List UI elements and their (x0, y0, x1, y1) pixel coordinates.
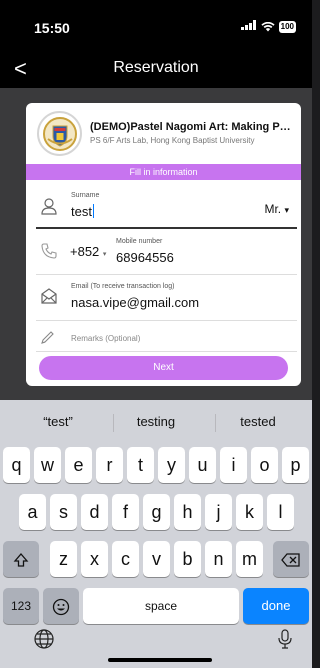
event-summary: (DEMO)Pastel Nagomi Art: Making Pastel A… (26, 103, 301, 164)
crest-icon (42, 116, 77, 151)
suggestion-item[interactable]: testing (106, 400, 206, 444)
pencil-icon (41, 331, 54, 344)
shift-icon (13, 553, 29, 567)
status-icons: 100 (240, 20, 296, 33)
university-logo (37, 111, 82, 156)
key-s[interactable]: s (50, 494, 77, 530)
key-o[interactable]: o (251, 447, 278, 483)
key-y[interactable]: y (158, 447, 185, 483)
surname-input[interactable]: test (71, 204, 95, 219)
surname-underline (36, 227, 297, 229)
title-value: Mr. (264, 202, 282, 216)
battery-icon: 100 (278, 20, 296, 33)
email-label: Email (To receive transaction log) (71, 283, 175, 290)
nav-bar: < Reservation (0, 52, 312, 88)
remarks-input[interactable]: Remarks (Optional) (71, 334, 140, 343)
surname-field[interactable]: Surname test Mr. ▾ (26, 182, 301, 228)
chevron-down-icon: ▾ (284, 205, 289, 215)
shift-key[interactable] (3, 541, 39, 577)
chevron-down-icon: ▾ (102, 251, 107, 258)
key-h[interactable]: h (174, 494, 201, 530)
person-icon (41, 198, 57, 215)
key-a[interactable]: a (19, 494, 46, 530)
emoji-icon (52, 598, 70, 616)
space-key[interactable]: space (83, 588, 239, 624)
backspace-icon (281, 553, 300, 567)
key-c[interactable]: c (112, 541, 139, 577)
key-b[interactable]: b (174, 541, 201, 577)
keyboard: “test” testing tested q w e r t y u i o … (0, 400, 312, 668)
emoji-key[interactable] (43, 588, 79, 624)
globe-icon[interactable] (33, 628, 55, 650)
cellular-signal-icon (240, 20, 257, 33)
wifi-icon (261, 21, 275, 31)
key-g[interactable]: g (143, 494, 170, 530)
key-v[interactable]: v (143, 541, 170, 577)
key-n[interactable]: n (205, 541, 232, 577)
status-bar: 15:50 100 (0, 0, 312, 52)
surname-value: test (71, 204, 92, 219)
key-x[interactable]: x (81, 541, 108, 577)
key-l[interactable]: l (267, 494, 294, 530)
home-indicator (108, 658, 212, 662)
suggestion-item[interactable]: tested (208, 400, 308, 444)
key-i[interactable]: i (220, 447, 247, 483)
country-code-select[interactable]: +852 ▾ (70, 244, 106, 259)
key-q[interactable]: q (3, 447, 30, 483)
event-location: PS 6/F Arts Lab, Hong Kong Baptist Unive… (90, 136, 255, 145)
mail-icon (41, 288, 57, 304)
microphone-icon[interactable] (274, 628, 296, 650)
remarks-field[interactable]: Remarks (Optional) (26, 321, 301, 351)
key-k[interactable]: k (236, 494, 263, 530)
key-f[interactable]: f (112, 494, 139, 530)
section-title: Fill in information (26, 164, 301, 180)
mobile-field[interactable]: +852 ▾ Mobile number 68964556 (26, 230, 301, 274)
divider (36, 351, 297, 352)
reservation-form-card: (DEMO)Pastel Nagomi Art: Making Pastel A… (26, 103, 301, 386)
key-p[interactable]: p (282, 447, 309, 483)
key-u[interactable]: u (189, 447, 216, 483)
done-key[interactable]: done (243, 588, 309, 624)
title-select[interactable]: Mr. ▾ (264, 202, 289, 216)
status-time: 15:50 (34, 20, 70, 36)
page-title: Reservation (113, 59, 199, 76)
suggestion-bar: “test” testing tested (0, 400, 312, 444)
key-m[interactable]: m (236, 541, 263, 577)
phone-icon (41, 243, 57, 259)
suggestion-item[interactable]: “test” (8, 400, 108, 444)
numbers-key[interactable]: 123 (3, 588, 39, 624)
mobile-input[interactable]: 68964556 (116, 250, 174, 265)
surname-label: Surname (71, 192, 100, 199)
country-code-value: +852 (70, 244, 100, 259)
key-t[interactable]: t (127, 447, 154, 483)
event-name: (DEMO)Pastel Nagomi Art: Making Pastel A… (90, 121, 295, 133)
key-e[interactable]: e (65, 447, 92, 483)
delete-key[interactable] (273, 541, 309, 577)
mobile-label: Mobile number (116, 238, 163, 245)
email-input[interactable]: nasa.vipe@gmail.com (71, 295, 199, 310)
key-z[interactable]: z (50, 541, 77, 577)
email-field[interactable]: Email (To receive transaction log) nasa.… (26, 275, 301, 321)
key-r[interactable]: r (96, 447, 123, 483)
key-d[interactable]: d (81, 494, 108, 530)
next-button[interactable]: Next (39, 356, 288, 380)
key-w[interactable]: w (34, 447, 61, 483)
key-j[interactable]: j (205, 494, 232, 530)
text-cursor (92, 204, 95, 218)
